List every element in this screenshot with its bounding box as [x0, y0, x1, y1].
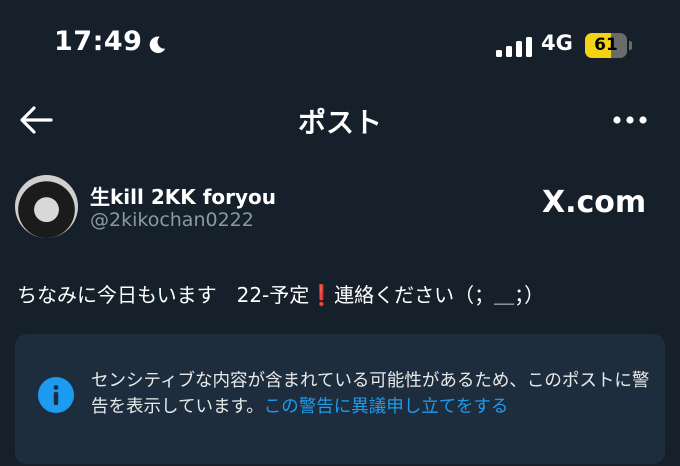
screen: 17:49 4G 61 ポスト 生kill 2KK foryou @2kikoc… [0, 0, 680, 466]
author-handle[interactable]: @2kikochan0222 [90, 209, 254, 231]
moon-icon [149, 36, 166, 54]
status-time: 17:49 [54, 26, 143, 57]
battery-level: 61 [594, 35, 618, 55]
notice-text: センシティブな内容が含まれている可能性があるため、このポストに警告を表示していま… [91, 368, 651, 420]
sensitive-content-notice: センシティブな内容が含まれている可能性があるため、このポストに警告を表示していま… [15, 334, 665, 464]
battery-icon: 61 [585, 33, 633, 58]
avatar[interactable] [15, 175, 78, 238]
signal-icon [496, 37, 532, 57]
info-icon [38, 377, 74, 413]
status-bar: 17:49 4G 61 [0, 0, 680, 90]
network-type: 4G [541, 31, 573, 55]
page-title: ポスト [297, 106, 382, 139]
author-display-name[interactable]: 生kill 2KK foryou [90, 181, 276, 210]
x-logo: X.com [542, 185, 647, 220]
post-text: ちなみに今日もいます 22-予定❗️連絡ください（；＿；） [17, 283, 545, 307]
battery-body: 61 [585, 33, 627, 58]
appeal-link[interactable]: この警告に異議申し立てをする [264, 397, 509, 417]
battery-tip [629, 41, 632, 50]
more-options-icon[interactable] [610, 110, 650, 130]
nav-header: ポスト [0, 90, 680, 150]
